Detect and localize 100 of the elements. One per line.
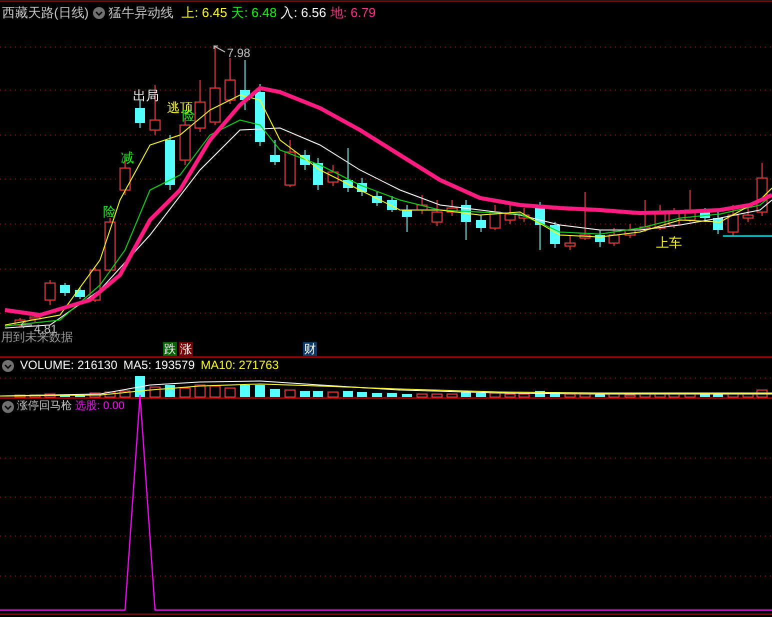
volume-bar [387, 393, 397, 397]
candlestick [372, 192, 382, 206]
volume-bar [14, 394, 26, 398]
volume-bar [90, 392, 100, 398]
volume-bar [640, 394, 650, 398]
indicator-reading: MA10: 271763 [200, 358, 279, 373]
candlestick [255, 84, 265, 146]
event-badge: 跌 [163, 342, 177, 356]
candlestick [30, 314, 40, 322]
candlestick [357, 178, 367, 196]
warning-text: 用到未来数据 [1, 330, 73, 344]
indicator-name: 涨停回马枪 [17, 399, 72, 414]
volume-bar [461, 392, 471, 397]
volume-bar [654, 394, 666, 398]
pointer-icon [20, 322, 32, 328]
candlestick [640, 200, 650, 232]
candlestick [504, 204, 516, 224]
candlestick [550, 222, 560, 248]
volume-bar [608, 394, 620, 398]
candlestick [684, 190, 696, 222]
volume-bar [700, 394, 710, 397]
volume-bar [300, 391, 310, 397]
indicator-reading: 地: 6.79 [330, 5, 376, 21]
candlestick [60, 282, 70, 296]
volume-bar [564, 394, 576, 398]
volume-bar [595, 394, 605, 397]
volume-bar [150, 386, 160, 398]
candlestick [580, 192, 590, 240]
candlestick [668, 208, 680, 228]
volume-bar [580, 394, 590, 398]
volume-bar [284, 390, 296, 398]
indicator-name: 猛牛异动线 [108, 5, 174, 21]
volume-bar [504, 394, 516, 398]
candlestick [402, 204, 412, 232]
candlestick [490, 204, 500, 230]
candlestick [328, 164, 338, 186]
candlestick [713, 212, 723, 234]
candlestick [224, 58, 236, 104]
stock-title: 西藏天路(日线) [2, 5, 89, 21]
volume-bar [328, 392, 338, 398]
candlestick [700, 208, 710, 222]
candlestick [284, 140, 296, 188]
candlestick [416, 194, 428, 214]
candlestick [535, 202, 545, 250]
candlestick [165, 134, 175, 190]
candlestick [728, 204, 738, 236]
volume-bar [165, 385, 175, 397]
volume-bar [446, 394, 458, 398]
volume-bar [240, 385, 250, 397]
volume-bar [550, 392, 560, 397]
volume-bar [476, 393, 486, 397]
volume-bar [402, 394, 412, 397]
volume-bar [313, 391, 323, 397]
volume-bar [742, 394, 754, 398]
volume-bar [684, 392, 696, 398]
event-badge: 涨 [179, 342, 193, 356]
volume-bar [194, 384, 206, 398]
candlestick [654, 204, 666, 230]
candlestick [756, 162, 768, 216]
indicator-reading: 天: 6.48 [231, 5, 277, 21]
volume-bar [624, 394, 636, 398]
volume-bar [357, 392, 367, 397]
candlestick [518, 208, 530, 222]
indicator-reading: VOLUME: 216130 [20, 358, 118, 373]
volume-bar [30, 394, 40, 398]
chevron-down-icon[interactable] [2, 400, 14, 412]
volume-bar [490, 392, 500, 398]
volume-bar [728, 394, 738, 398]
candlestick [270, 140, 280, 166]
volume-bar [44, 394, 56, 398]
candlestick [461, 200, 471, 240]
volume-bar [343, 391, 353, 397]
chevron-down-icon[interactable] [2, 360, 14, 372]
chevron-down-icon[interactable] [92, 7, 105, 19]
candlestick [135, 100, 145, 128]
indicator-reading: MA5: 193579 [123, 358, 195, 373]
signal-label: 上车 [656, 235, 682, 250]
volume-bar [372, 393, 382, 397]
volume-bar [432, 394, 442, 398]
event-badge: 财 [303, 342, 317, 356]
candlestick [300, 150, 310, 170]
signal-label: 减 [121, 150, 134, 165]
candlestick [14, 318, 26, 328]
volume-bar [180, 388, 190, 398]
volume-bar [270, 389, 280, 397]
volume-bar [518, 394, 530, 398]
candlestick [624, 224, 636, 238]
candlestick [564, 234, 576, 250]
candlestick [446, 200, 458, 216]
indicator-reading: 选股: 0.00 [75, 399, 125, 414]
volume-bar [713, 394, 723, 397]
volume-bar [255, 385, 265, 397]
volume-bar [416, 394, 428, 398]
candlestick [595, 230, 605, 248]
pointer-icon [214, 46, 226, 52]
volume-bar [224, 388, 236, 398]
candlestick [44, 280, 56, 306]
signal-label: 险 [103, 204, 116, 219]
candlestick [343, 148, 353, 192]
volume-bar [104, 392, 116, 398]
